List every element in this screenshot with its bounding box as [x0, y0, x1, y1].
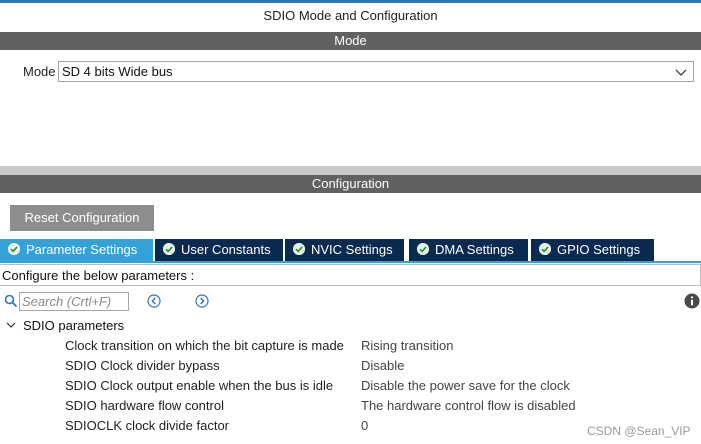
mode-section-header: Mode — [0, 32, 701, 50]
reset-configuration-button[interactable]: Reset Configuration — [10, 205, 154, 231]
parameter-row[interactable]: SDIO Clock output enable when the bus is… — [0, 378, 701, 398]
config-tabs: Parameter Settings User Constants NVIC S… — [0, 239, 701, 261]
chevron-down-icon — [675, 69, 687, 76]
window-top-border — [0, 0, 701, 3]
tab-dma-settings[interactable]: DMA Settings — [409, 239, 528, 261]
mode-select[interactable]: SD 4 bits Wide bus — [58, 61, 694, 82]
parameters-instructions-bar: Configure the below parameters : — [0, 264, 701, 286]
tab-label: User Constants — [181, 242, 271, 257]
parameter-name: SDIOCLK clock divide factor — [65, 418, 230, 433]
tab-label: GPIO Settings — [557, 242, 641, 257]
parameter-row[interactable]: Clock transition on which the bit captur… — [0, 338, 701, 358]
parameter-row[interactable]: SDIO hardware flow control The hardware … — [0, 398, 701, 418]
mode-label: Mode — [23, 64, 56, 79]
configuration-section-header: Configuration — [0, 175, 701, 193]
window-title: SDIO Mode and Configuration — [263, 8, 438, 23]
arrow-left-circle-icon[interactable] — [147, 294, 161, 308]
parameters-instructions: Configure the below parameters : — [2, 268, 195, 283]
tab-user-constants[interactable]: User Constants — [155, 239, 283, 261]
info-icon[interactable] — [684, 293, 700, 309]
parameter-value[interactable]: Rising transition — [361, 338, 454, 353]
mode-select-value: SD 4 bits Wide bus — [62, 64, 173, 79]
parameter-value[interactable]: The hardware control flow is disabled — [361, 398, 576, 413]
tab-label: DMA Settings — [435, 242, 514, 257]
tab-label: Parameter Settings — [26, 242, 138, 257]
tab-gpio-settings[interactable]: GPIO Settings — [531, 239, 654, 261]
expand-chevron-icon[interactable] — [6, 320, 16, 330]
check-circle-icon — [539, 243, 551, 255]
parameter-name: SDIO hardware flow control — [65, 398, 224, 413]
tab-label: NVIC Settings — [311, 242, 393, 257]
parameter-row[interactable]: SDIO Clock divider bypass Disable — [0, 358, 701, 378]
parameter-name: SDIO Clock output enable when the bus is… — [65, 378, 334, 393]
group-title: SDIO parameters — [23, 318, 125, 333]
check-circle-icon — [417, 243, 429, 255]
parameter-value[interactable]: Disable — [361, 358, 404, 373]
tab-nvic-settings[interactable]: NVIC Settings — [285, 239, 404, 261]
search-icon — [4, 294, 18, 308]
panel-splitter[interactable] — [0, 166, 701, 175]
arrow-right-circle-icon[interactable] — [195, 294, 209, 308]
check-circle-icon — [293, 243, 305, 255]
check-circle-icon — [8, 243, 20, 255]
parameter-name: Clock transition on which the bit captur… — [65, 338, 344, 353]
parameter-value[interactable]: 0 — [361, 418, 368, 433]
tabs-underline — [0, 261, 701, 263]
tab-parameter-settings[interactable]: Parameter Settings — [0, 239, 153, 261]
parameter-value[interactable]: Disable the power save for the clock — [361, 378, 570, 393]
search-input[interactable] — [19, 292, 129, 311]
parameter-name: SDIO Clock divider bypass — [65, 358, 220, 373]
watermark: CSDN @Sean_VIP — [587, 424, 691, 438]
check-circle-icon — [163, 243, 175, 255]
